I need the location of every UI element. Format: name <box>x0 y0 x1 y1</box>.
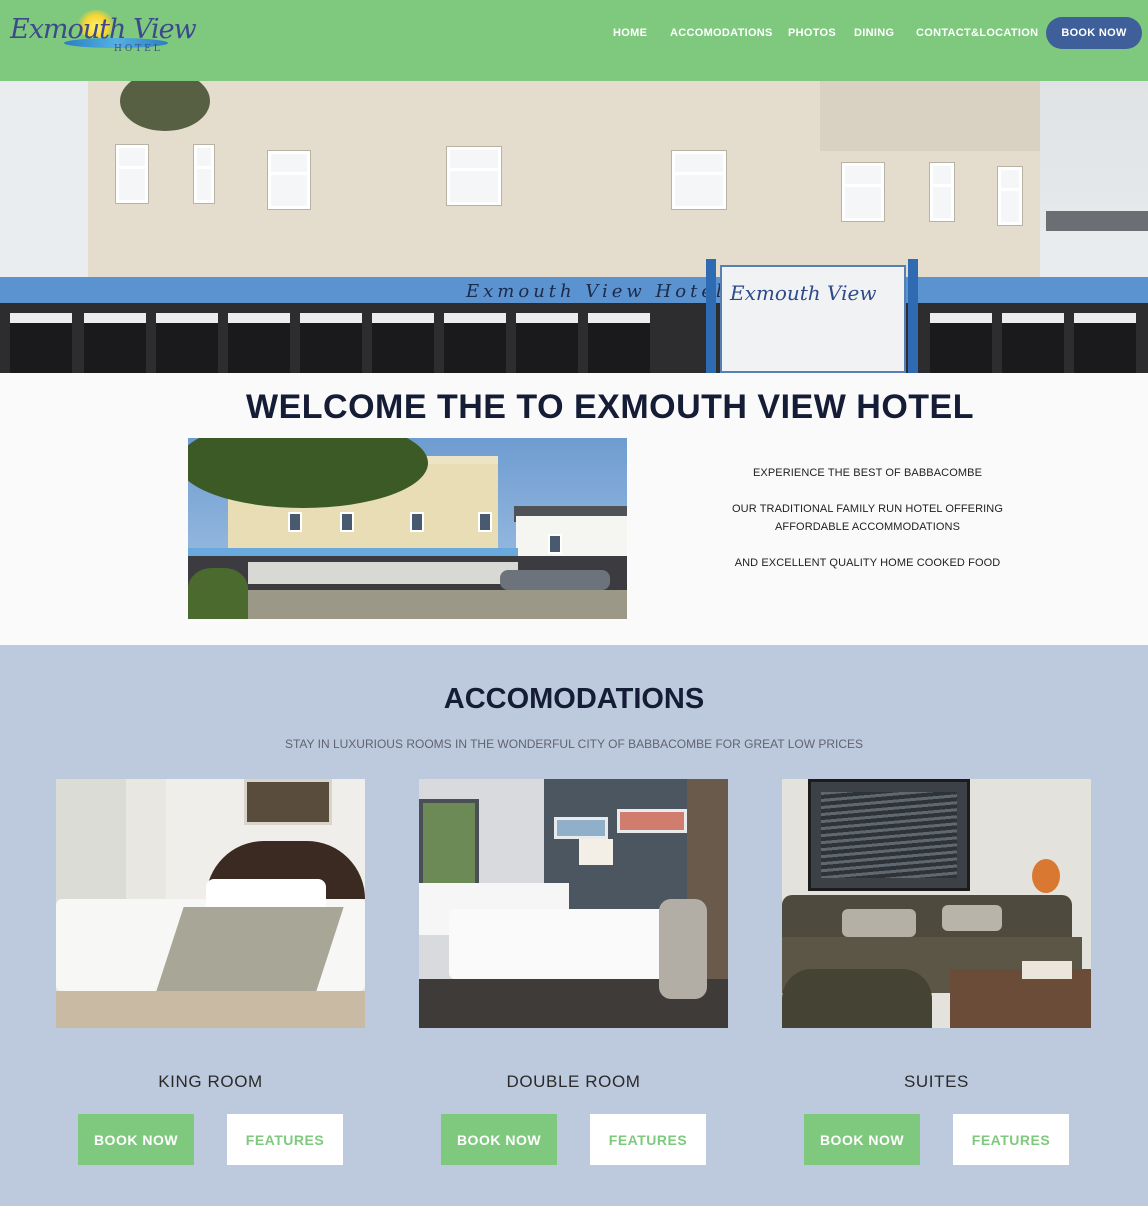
nav-photos[interactable]: PHOTOS <box>788 27 836 39</box>
king-room-features-button[interactable]: FEATURES <box>227 1114 343 1165</box>
double-room-book-now-button[interactable]: BOOK NOW <box>441 1114 557 1165</box>
king-room-image[interactable] <box>56 779 365 1028</box>
suites-features-button[interactable]: FEATURES <box>953 1114 1069 1165</box>
king-room-book-now-button[interactable]: BOOK NOW <box>78 1114 194 1165</box>
logo-subtitle: HOTEL <box>114 44 163 54</box>
welcome-line-3: AND EXCELLENT QUALITY HOME COOKED FOOD <box>734 557 1001 569</box>
suites-image[interactable] <box>782 779 1091 1028</box>
canopy-sign-text: Exmouth View Hotel <box>466 281 726 302</box>
room-name-suites: SUITES <box>903 1072 969 1091</box>
welcome-title: WELCOME THE TO EXMOUTH VIEW HOTEL <box>246 388 974 426</box>
hero-hotel-image: Exmouth View Hotel Exmouth View <box>0 81 1148 373</box>
sign-board-text: Exmouth View <box>730 281 877 305</box>
accomodations-title: ACCOMODATIONS <box>443 683 705 715</box>
hotel-sign-board: Exmouth View <box>720 265 906 373</box>
nav-contact-location[interactable]: CONTACT&LOCATION <box>916 27 1038 39</box>
accomodations-subtitle: STAY IN LUXURIOUS ROOMS IN THE WONDERFUL… <box>284 737 864 751</box>
nav-dining[interactable]: DINING <box>854 27 894 39</box>
hotel-logo[interactable]: Exmouth View HOTEL <box>10 8 197 56</box>
nav-home[interactable]: HOME <box>613 27 647 39</box>
hotel-exterior-photo <box>188 438 627 619</box>
header-book-now-button[interactable]: BOOK NOW <box>1046 17 1142 49</box>
logo-name: Exmouth View <box>10 14 197 45</box>
welcome-line-2: OUR TRADITIONAL FAMILY RUN HOTEL OFFERIN… <box>732 503 1003 533</box>
nav-accomodations[interactable]: ACCOMODATIONS <box>670 27 773 39</box>
suites-book-now-button[interactable]: BOOK NOW <box>804 1114 920 1165</box>
double-room-features-button[interactable]: FEATURES <box>590 1114 706 1165</box>
double-room-image[interactable] <box>419 779 728 1028</box>
site-header: Exmouth View HOTEL HOME ACCOMODATIONS PH… <box>0 0 1148 81</box>
welcome-line-1: EXPERIENCE THE BEST OF BABBACOMBE <box>752 467 983 479</box>
room-name-king: KING ROOM <box>158 1072 263 1091</box>
room-name-double: DOUBLE ROOM <box>506 1072 641 1091</box>
